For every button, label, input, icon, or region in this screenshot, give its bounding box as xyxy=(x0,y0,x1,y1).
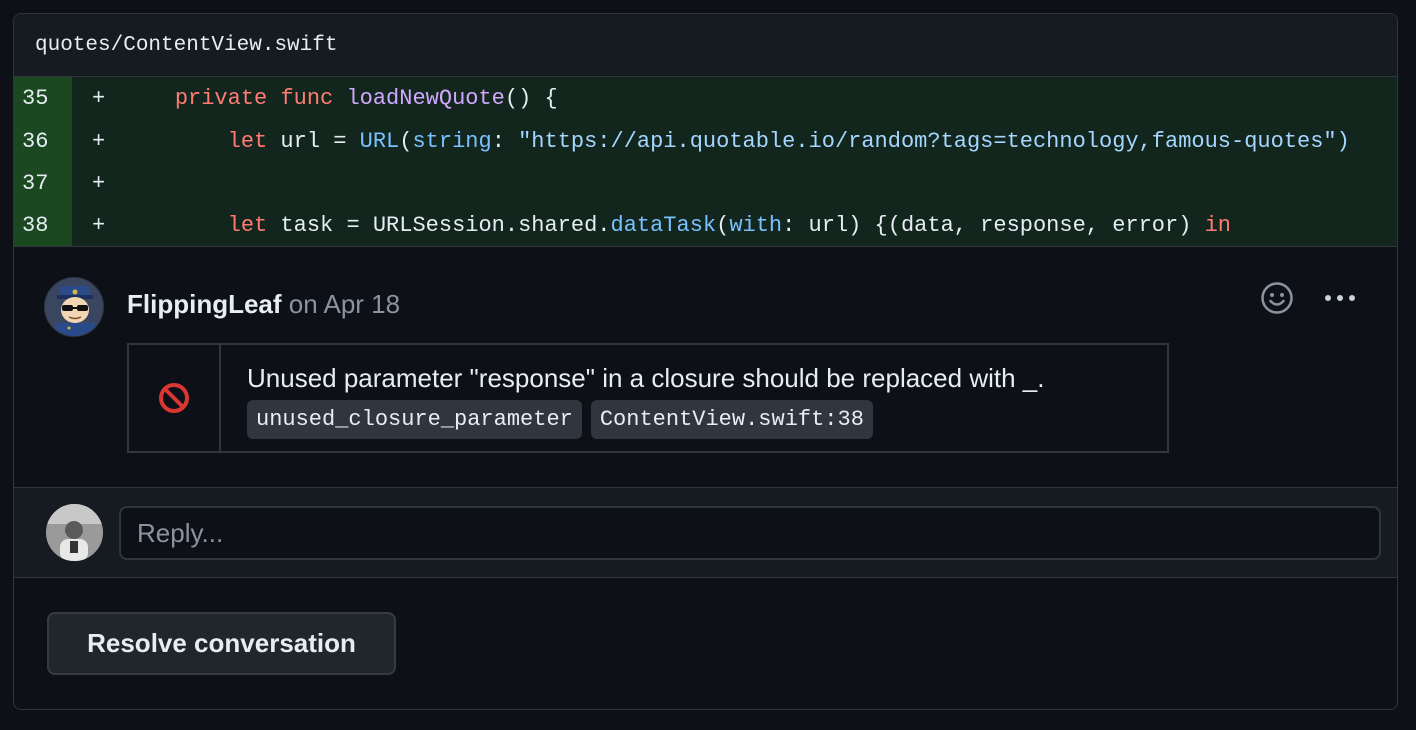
prohibited-icon xyxy=(159,383,189,413)
lint-location-code: ContentView.swift:38 xyxy=(590,400,873,439)
review-comment: FlippingLeaf on Apr 18 Unused parameter … xyxy=(14,246,1397,488)
smiley-icon xyxy=(1261,282,1293,314)
comment-meta: FlippingLeaf on Apr 18 xyxy=(127,289,400,320)
add-reaction-button[interactable] xyxy=(1260,281,1294,315)
diff-sign: + xyxy=(92,212,106,238)
diff-sign: + xyxy=(92,86,106,111)
line-number[interactable]: 36 xyxy=(14,120,72,162)
file-path-header[interactable]: quotes/ContentView.swift xyxy=(14,14,1397,77)
code-line: let url = URL(string: "https://api.quota… xyxy=(227,128,1350,154)
lint-details: Unused parameter "response" in a closure… xyxy=(221,345,1044,451)
more-options-button[interactable] xyxy=(1320,281,1360,315)
line-number[interactable]: 35 xyxy=(14,77,72,120)
resolve-conversation-button[interactable]: Resolve conversation xyxy=(47,612,396,675)
bot-avatar[interactable] xyxy=(44,277,104,337)
police-avatar-icon xyxy=(45,278,103,336)
kebab-dot xyxy=(1349,295,1355,301)
file-path[interactable]: quotes/ContentView.swift xyxy=(35,34,337,57)
comment-date[interactable]: on Apr 18 xyxy=(289,289,400,319)
line-number[interactable]: 38 xyxy=(14,204,72,246)
lint-tags: unused_closure_parameter ContentView.swi… xyxy=(247,400,1044,439)
diff-line-37: 37 + xyxy=(14,162,1397,204)
code-line: private func loadNewQuote() { xyxy=(174,86,558,111)
diff-sign: + xyxy=(92,128,106,154)
reply-bar xyxy=(14,488,1397,578)
kebab-dot xyxy=(1325,295,1331,301)
diff-line-36: 36 + let url = URL(string: "https://api.… xyxy=(14,120,1397,162)
author-link[interactable]: FlippingLeaf xyxy=(127,289,282,319)
diff-sign: + xyxy=(92,170,106,196)
diff-line-35: 35 + private func loadNewQuote() { xyxy=(14,77,1397,120)
code-line: let task = URLSession.shared.dataTask(wi… xyxy=(227,212,1232,238)
lint-message: Unused parameter "response" in a closure… xyxy=(247,363,1045,393)
diff-line-38: 38 + let task = URLSession.shared.dataTa… xyxy=(14,204,1397,246)
review-thread: quotes/ContentView.swift 35 + private fu… xyxy=(13,13,1398,710)
lint-severity-cell xyxy=(129,345,221,451)
user-avatar[interactable] xyxy=(46,504,103,561)
user-photo-icon xyxy=(46,504,103,561)
line-number[interactable]: 37 xyxy=(14,162,72,204)
kebab-dot xyxy=(1337,295,1343,301)
lint-rule-code: unused_closure_parameter xyxy=(247,400,582,439)
reply-input[interactable] xyxy=(119,506,1381,560)
diff-hunk: 35 + private func loadNewQuote() { 36 + … xyxy=(14,77,1397,246)
lint-warning-table: Unused parameter "response" in a closure… xyxy=(127,343,1169,453)
